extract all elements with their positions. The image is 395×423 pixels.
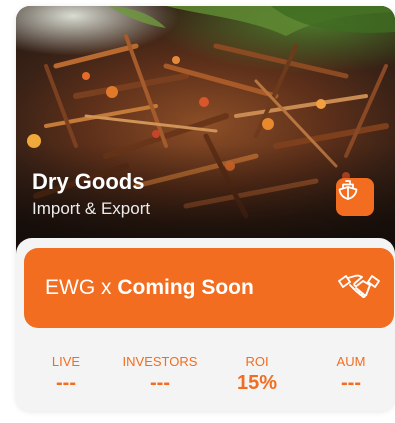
cta-status: Coming Soon bbox=[117, 276, 254, 299]
stat-value: 15% bbox=[236, 372, 278, 394]
coming-soon-button[interactable]: EWG x Coming Soon bbox=[24, 248, 394, 328]
card-title: Dry Goods bbox=[32, 169, 145, 194]
cta-prefix: EWG x bbox=[45, 276, 118, 299]
details-panel: EWG x Coming Soon LIVE --- INVESTORS ---… bbox=[16, 238, 395, 411]
stat-label: INVESTORS bbox=[122, 354, 198, 369]
card-subtitle: Import & Export bbox=[32, 199, 151, 218]
product-card[interactable]: Dry Goods Import & Export EWG x Coming S… bbox=[16, 6, 395, 411]
boat-icon bbox=[338, 180, 358, 200]
handshake-icon bbox=[338, 274, 380, 298]
stat-value: --- bbox=[341, 372, 361, 394]
stat-label: AUM bbox=[336, 354, 366, 369]
stats-row: LIVE --- INVESTORS --- ROI 15% AUM --- bbox=[16, 354, 395, 404]
stat-label: LIVE bbox=[51, 354, 81, 369]
stat-label: ROI bbox=[245, 354, 269, 369]
stat-live: LIVE --- bbox=[40, 354, 92, 396]
stat-investors: INVESTORS --- bbox=[112, 354, 208, 396]
boat-badge[interactable] bbox=[336, 178, 374, 216]
cta-label: EWG x Coming Soon bbox=[45, 275, 254, 301]
stat-roi: ROI 15% bbox=[221, 354, 293, 396]
stat-aum: AUM --- bbox=[323, 354, 379, 396]
stat-value: --- bbox=[56, 372, 76, 394]
stat-value: --- bbox=[150, 372, 170, 394]
hero-image: Dry Goods Import & Export bbox=[16, 6, 395, 254]
